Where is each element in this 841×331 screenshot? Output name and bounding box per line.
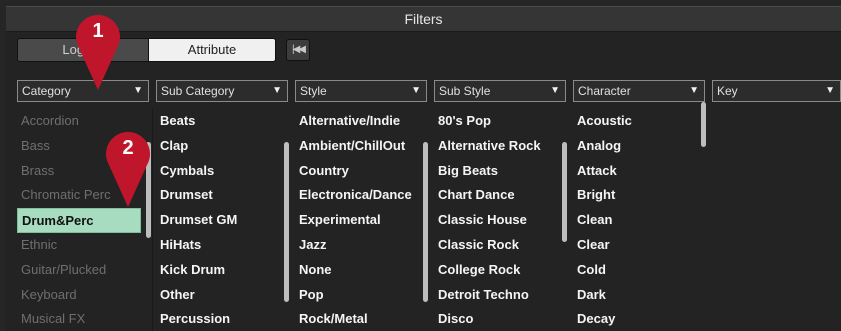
list-item[interactable]: Kick Drum: [156, 258, 280, 283]
list-item[interactable]: HiHats: [156, 233, 280, 258]
style-scrollbar[interactable]: [423, 142, 428, 302]
list-item[interactable]: Cymbals: [156, 159, 280, 184]
list-item[interactable]: Other: [156, 283, 280, 308]
style-dropdown[interactable]: Style ▼: [295, 80, 427, 102]
list-item[interactable]: Alternative/Indie: [295, 109, 419, 134]
chevron-down-icon: ▼: [825, 85, 835, 96]
reset-filters-button[interactable]: |◀◀: [286, 39, 310, 61]
key-column: Key ▼: [712, 80, 841, 331]
list-item[interactable]: Detroit Techno: [434, 283, 558, 308]
callout-marker-1: 1: [71, 8, 125, 92]
list-item[interactable]: Keyboard: [17, 283, 141, 308]
sub-category-dropdown[interactable]: Sub Category ▼: [156, 80, 288, 102]
list-item[interactable]: Classic House: [434, 208, 558, 233]
list-item[interactable]: Cold: [573, 258, 697, 283]
list-item[interactable]: Electronica/Dance: [295, 183, 419, 208]
callout-number-1: 1: [92, 20, 104, 42]
list-item[interactable]: Experimental: [295, 208, 419, 233]
sub-style-list: 80's Pop Alternative Rock Big Beats Char…: [434, 109, 558, 331]
list-item[interactable]: Jazz: [295, 233, 419, 258]
sub-category-dropdown-label: Sub Category: [161, 84, 235, 98]
list-item[interactable]: Disco: [434, 307, 558, 331]
list-item[interactable]: Ethnic: [17, 233, 141, 258]
character-dropdown-label: Character: [578, 84, 631, 98]
list-item[interactable]: Big Beats: [434, 159, 558, 184]
list-item[interactable]: Bright: [573, 183, 697, 208]
character-scrollbar[interactable]: [701, 102, 706, 147]
list-item[interactable]: Ambient/ChillOut: [295, 134, 419, 159]
list-item[interactable]: 80's Pop: [434, 109, 558, 134]
list-item[interactable]: Clear: [573, 233, 697, 258]
panel-title: Filters: [6, 6, 841, 32]
list-item[interactable]: Chart Dance: [434, 183, 558, 208]
skip-back-icon: |◀◀: [292, 44, 306, 55]
chevron-down-icon: ▼: [133, 85, 143, 96]
list-item[interactable]: Acoustic: [573, 109, 697, 134]
callout-marker-2: 2: [101, 125, 155, 209]
list-item[interactable]: Beats: [156, 109, 280, 134]
list-item[interactable]: Percussion: [156, 307, 280, 331]
list-item[interactable]: Clean: [573, 208, 697, 233]
character-list: Acoustic Analog Attack Bright Clean Clea…: [573, 109, 697, 331]
key-dropdown[interactable]: Key ▼: [712, 80, 841, 102]
list-item[interactable]: Drumset GM: [156, 208, 280, 233]
style-column: Style ▼ Alternative/Indie Ambient/ChillO…: [295, 80, 428, 331]
key-dropdown-label: Key: [717, 84, 738, 98]
list-item[interactable]: Decay: [573, 307, 697, 331]
filters-panel: Filters Logical Attribute |◀◀ Category ▼…: [0, 0, 841, 331]
attribute-tab[interactable]: Attribute: [148, 38, 276, 62]
list-item[interactable]: Attack: [573, 159, 697, 184]
character-column: Character ▼ Acoustic Analog Attack Brigh…: [573, 80, 706, 331]
list-item[interactable]: Dark: [573, 283, 697, 308]
list-item[interactable]: Country: [295, 159, 419, 184]
sub-style-scrollbar[interactable]: [562, 142, 567, 242]
sub-style-dropdown[interactable]: Sub Style ▼: [434, 80, 566, 102]
category-dropdown-label: Category: [22, 84, 71, 98]
chevron-down-icon: ▼: [689, 85, 699, 96]
list-item[interactable]: None: [295, 258, 419, 283]
list-item[interactable]: Analog: [573, 134, 697, 159]
list-item[interactable]: Alternative Rock: [434, 134, 558, 159]
sub-category-scrollbar[interactable]: [284, 142, 289, 302]
list-item[interactable]: Drumset: [156, 183, 280, 208]
list-item[interactable]: Pop: [295, 283, 419, 308]
sub-style-dropdown-label: Sub Style: [439, 84, 491, 98]
list-item[interactable]: College Rock: [434, 258, 558, 283]
list-item[interactable]: Musical FX: [17, 307, 141, 331]
character-dropdown[interactable]: Character ▼: [573, 80, 705, 102]
list-item[interactable]: Guitar/Plucked: [17, 258, 141, 283]
style-dropdown-label: Style: [300, 84, 327, 98]
chevron-down-icon: ▼: [550, 85, 560, 96]
style-list: Alternative/Indie Ambient/ChillOut Count…: [295, 109, 419, 331]
list-item[interactable]: Clap: [156, 134, 280, 159]
sub-style-column: Sub Style ▼ 80's Pop Alternative Rock Bi…: [434, 80, 567, 331]
list-item[interactable]: Rock/Metal: [295, 307, 419, 331]
list-item-selected[interactable]: Drum&Perc: [17, 208, 141, 233]
sub-category-column: Sub Category ▼ Beats Clap Cymbals Drumse…: [156, 80, 289, 331]
list-item[interactable]: Classic Rock: [434, 233, 558, 258]
callout-number-2: 2: [122, 137, 134, 159]
chevron-down-icon: ▼: [272, 85, 282, 96]
chevron-down-icon: ▼: [411, 85, 421, 96]
sub-category-list: Beats Clap Cymbals Drumset Drumset GM Hi…: [156, 109, 280, 331]
